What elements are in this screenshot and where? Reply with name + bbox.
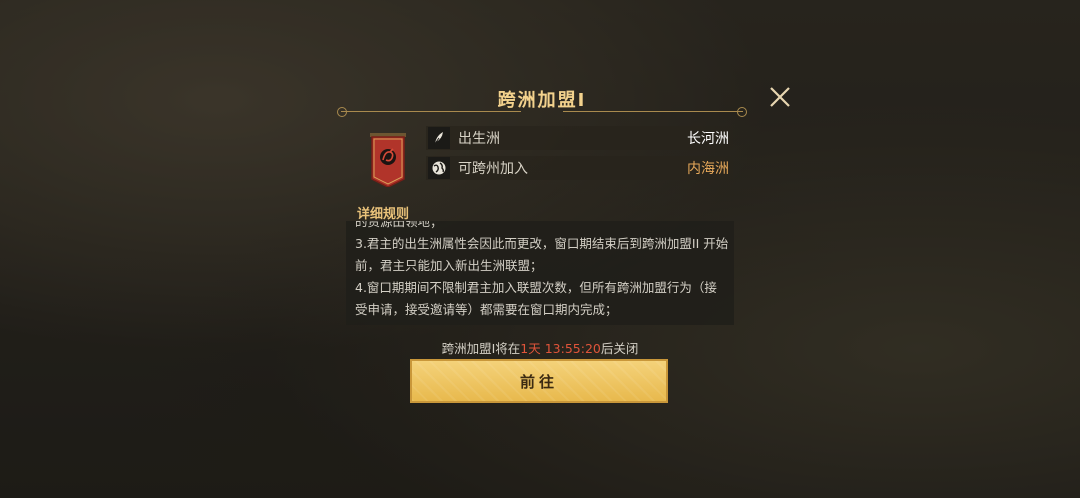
countdown-text: 跨洲加盟I将在1天 13:55:20后关闭 xyxy=(346,338,734,357)
divider-ornament-right xyxy=(737,107,747,117)
title-divider-right xyxy=(563,111,743,112)
dialog-title: 跨洲加盟I xyxy=(497,90,587,111)
alliance-banner xyxy=(370,133,406,188)
info-label: 可跨州加入 xyxy=(458,161,528,177)
info-row-joinable-continent: 可跨州加入 内海洲 xyxy=(426,156,733,180)
info-label: 出生洲 xyxy=(458,131,500,147)
countdown-suffix: 后关闭 xyxy=(600,341,639,356)
feather-icon xyxy=(428,127,450,149)
close-button[interactable] xyxy=(767,84,793,110)
info-value: 长河洲 xyxy=(687,131,729,147)
rules-heading: 详细规则 xyxy=(357,207,410,222)
rules-line: 3.君主的出生洲属性会因此而更改，窗口期结束后到跨洲加盟II 开始前，君主只能加… xyxy=(355,236,729,273)
rules-line: 的资源田领地； xyxy=(355,221,443,229)
rules-line: 4.窗口期期间不限制君主加入联盟次数，但所有跨洲加盟行为（接受申请，接受邀请等）… xyxy=(355,280,717,317)
rules-text: 的资源田领地； 3.君主的出生洲属性会因此而更改，窗口期结束后到跨洲加盟II 开… xyxy=(355,221,729,321)
globe-icon xyxy=(428,157,450,179)
title-divider-left xyxy=(341,111,521,112)
countdown-time: 1天 13:55:20 xyxy=(520,341,601,356)
rules-scroll-area[interactable]: 的资源田领地； 3.君主的出生洲属性会因此而更改，窗口期结束后到跨洲加盟II 开… xyxy=(346,221,734,325)
info-row-birth-continent: 出生洲 长河洲 xyxy=(426,126,733,150)
countdown-prefix: 跨洲加盟I将在 xyxy=(441,341,521,356)
close-icon xyxy=(770,87,790,107)
go-button[interactable]: 前往 xyxy=(410,359,668,403)
divider-ornament-left xyxy=(337,107,347,117)
info-value: 内海洲 xyxy=(687,161,729,177)
dragon-banner-icon xyxy=(370,133,406,188)
